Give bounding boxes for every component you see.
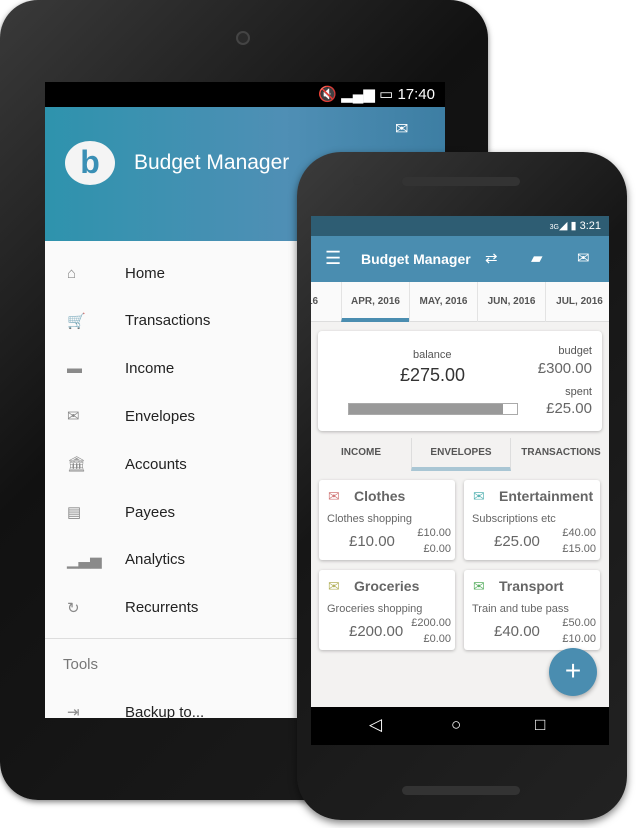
envelope-name: Transport [499, 578, 564, 594]
section-tabs: INCOME ENVELOPES TRANSACTIONS [311, 438, 609, 471]
status-bar: 🔇 ▂▄▆ ▭ 17:40 [45, 82, 445, 107]
month-tab[interactable]: JUN, 2016 [477, 282, 545, 322]
app-logo: b [65, 141, 115, 185]
bank-icon: 🏛 [67, 456, 87, 474]
menu-icon[interactable]: ☰ [325, 248, 341, 269]
app-title: Budget Manager [134, 151, 290, 174]
toolbar: ☰ Budget Manager ⇄ ▰ ✉ [311, 236, 609, 282]
phone-screen: 3G◢ ▮ 3:21 ☰ Budget Manager ⇄ ▰ ✉ 2016AP… [311, 216, 609, 745]
status-time: 17:40 [397, 86, 435, 103]
speaker [402, 177, 520, 186]
back-icon[interactable]: ◁ [369, 715, 382, 735]
add-envelope-icon[interactable]: ✉ [395, 119, 408, 139]
speaker [402, 786, 520, 795]
budget-label: budget [558, 345, 592, 357]
tab-transactions[interactable]: TRANSACTIONS [511, 438, 609, 471]
status-bar: 3G◢ ▮ 3:21 [311, 216, 609, 236]
month-tab[interactable]: MAY, 2016 [409, 282, 477, 322]
spent-label: spent [565, 386, 592, 398]
envelope-spent: £0.00 [423, 543, 451, 555]
envelope-card-transport[interactable]: ✉ Transport Train and tube pass £40.00 £… [464, 570, 600, 650]
envelope-balance: £10.00 [349, 533, 395, 550]
bar-chart-icon: ▁▃▅ [67, 551, 102, 569]
folder-icon: ▬ [67, 360, 82, 378]
recents-icon[interactable]: □ [535, 715, 545, 735]
envelope-icon: ✉ [67, 408, 80, 426]
envelope-card-clothes[interactable]: ✉ Clothes Clothes shopping £10.00 £10.00… [319, 480, 455, 560]
drawer-item-label: Analytics [125, 551, 186, 569]
envelope-description: Clothes shopping [327, 513, 413, 525]
envelope-spent: £0.00 [423, 633, 451, 645]
summary-card: balance £275.00 budget £300.00 spent £25… [318, 331, 602, 431]
budget-value: £300.00 [537, 360, 592, 377]
envelope-budget: £200.00 [411, 617, 451, 629]
envelope-description: Groceries shopping [327, 603, 423, 615]
network-type: 3G [549, 224, 559, 231]
month-tab[interactable]: 2016 [311, 282, 341, 322]
tab-income[interactable]: INCOME [311, 438, 411, 471]
signal-icon: ◢ ▮ [558, 220, 580, 232]
balance-label: balance [413, 349, 452, 361]
add-fab[interactable]: + [549, 648, 597, 696]
envelope-icon: ✉ [473, 488, 485, 504]
drawer-item-label: Accounts [125, 455, 187, 473]
drawer-item-label: Home [125, 264, 166, 282]
drawer-item-label: Transactions [125, 312, 211, 330]
store-icon: ▤ [67, 504, 82, 521]
transfer-icon[interactable]: ⇄ [485, 249, 498, 267]
envelope-balance: £40.00 [494, 623, 540, 640]
envelope-balance: £200.00 [349, 623, 404, 640]
envelope-balance: £25.00 [494, 533, 540, 550]
envelope-description: Subscriptions etc [472, 513, 556, 525]
month-tab[interactable]: JUL, 2016 [545, 282, 609, 322]
balance-value: £275.00 [400, 365, 466, 385]
envelope-card-groceries[interactable]: ✉ Groceries Groceries shopping £200.00 £… [319, 570, 455, 650]
camera [236, 31, 250, 45]
envelope-name: Entertainment [499, 488, 594, 504]
spent-value: £25.00 [546, 400, 592, 417]
camera [353, 176, 362, 185]
app-title: Budget Manager [361, 251, 471, 267]
envelope-budget: £40.00 [562, 527, 596, 539]
month-tabs: 2016APR, 2016MAY, 2016JUN, 2016JUL, 2016 [311, 282, 609, 322]
envelope-card-entertainment[interactable]: ✉ Entertainment Subscriptions etc £25.00… [464, 480, 600, 560]
envelope-spent: £10.00 [562, 633, 596, 645]
envelope-name: Clothes [354, 488, 406, 504]
nav-bar: ◁ ○ □ [311, 707, 609, 745]
cart-icon: 🛒 [67, 312, 86, 330]
month-tab[interactable]: APR, 2016 [341, 282, 409, 322]
home-icon: ⌂ [67, 264, 77, 282]
progress-fill [349, 404, 504, 414]
status-time: 3:21 [579, 220, 601, 232]
add-envelope-icon[interactable]: ✉ [577, 249, 590, 267]
envelope-description: Train and tube pass [472, 603, 569, 615]
drawer-item-label: Income [125, 360, 175, 378]
envelope-spent: £15.00 [562, 543, 596, 555]
backup-icon: ⇥ [67, 704, 80, 718]
drawer-item-label: Recurrents [125, 599, 199, 617]
drawer-item-label: Backup to... [125, 703, 205, 719]
envelope-icon: ✉ [328, 488, 340, 504]
envelope-icon: ✉ [473, 578, 485, 594]
home-icon[interactable]: ○ [451, 715, 461, 735]
envelope-budget: £50.00 [562, 617, 596, 629]
envelope-icon: ✉ [328, 578, 340, 594]
drawer-item-label: Payees [125, 503, 176, 521]
drawer-item-label: Envelopes [125, 407, 196, 425]
status-icons: 🔇 ▂▄▆ ▭ [318, 86, 398, 103]
tab-envelopes[interactable]: ENVELOPES [411, 438, 511, 471]
envelope-name: Groceries [354, 578, 420, 594]
add-folder-icon[interactable]: ▰ [531, 249, 543, 267]
envelope-budget: £10.00 [417, 527, 451, 539]
tools-heading: Tools [63, 656, 99, 673]
spent-progress-bar [348, 403, 518, 415]
repeat-icon: ↻ [67, 599, 80, 617]
